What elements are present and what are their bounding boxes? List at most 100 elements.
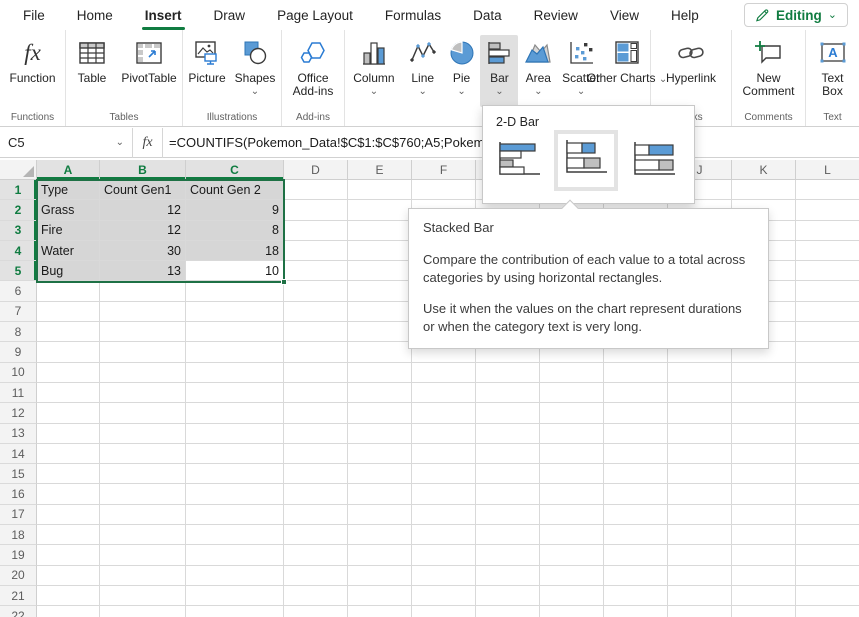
- cell-B6[interactable]: [100, 281, 186, 301]
- column-header-A[interactable]: A: [37, 160, 100, 180]
- cell-G20[interactable]: [476, 566, 540, 586]
- name-box[interactable]: C5 ⌄: [0, 128, 133, 158]
- cell-A21[interactable]: [37, 586, 100, 606]
- cell-F11[interactable]: [412, 383, 476, 403]
- cell-C3[interactable]: 8: [186, 221, 284, 241]
- cell-D22[interactable]: [284, 606, 348, 617]
- cell-E17[interactable]: [348, 505, 412, 525]
- row-header-22[interactable]: 22: [0, 606, 37, 617]
- cell-C13[interactable]: [186, 424, 284, 444]
- cell-K15[interactable]: [732, 464, 796, 484]
- cell-L22[interactable]: [796, 606, 859, 617]
- cell-F15[interactable]: [412, 464, 476, 484]
- insert-function-button[interactable]: fx: [133, 128, 163, 158]
- cell-J22[interactable]: [668, 606, 732, 617]
- cell-A18[interactable]: [37, 525, 100, 545]
- cell-E16[interactable]: [348, 484, 412, 504]
- cell-L13[interactable]: [796, 424, 859, 444]
- select-all-corner[interactable]: [0, 160, 37, 180]
- cell-D11[interactable]: [284, 383, 348, 403]
- cell-E20[interactable]: [348, 566, 412, 586]
- cell-H17[interactable]: [540, 505, 604, 525]
- cell-B3[interactable]: 12: [100, 221, 186, 241]
- cell-B20[interactable]: [100, 566, 186, 586]
- cell-B11[interactable]: [100, 383, 186, 403]
- row-header-8[interactable]: 8: [0, 322, 37, 342]
- cell-B5[interactable]: 13: [100, 261, 186, 281]
- function-button[interactable]: fx Function: [9, 35, 55, 107]
- cell-L17[interactable]: [796, 505, 859, 525]
- cell-I12[interactable]: [604, 403, 668, 423]
- cell-L18[interactable]: [796, 525, 859, 545]
- cell-A10[interactable]: [37, 363, 100, 383]
- pivottable-button[interactable]: PivotTable: [117, 35, 181, 107]
- menu-tab-data[interactable]: Data: [458, 0, 517, 30]
- cell-A12[interactable]: [37, 403, 100, 423]
- cell-D16[interactable]: [284, 484, 348, 504]
- cell-A6[interactable]: [37, 281, 100, 301]
- cell-I15[interactable]: [604, 464, 668, 484]
- cell-C6[interactable]: [186, 281, 284, 301]
- column-header-E[interactable]: E: [348, 160, 412, 180]
- cell-D14[interactable]: [284, 444, 348, 464]
- cell-D6[interactable]: [284, 281, 348, 301]
- cell-A14[interactable]: [37, 444, 100, 464]
- row-header-15[interactable]: 15: [0, 464, 37, 484]
- cell-D4[interactable]: [284, 241, 348, 261]
- cell-L10[interactable]: [796, 363, 859, 383]
- cell-I19[interactable]: [604, 545, 668, 565]
- cell-F10[interactable]: [412, 363, 476, 383]
- cell-A4[interactable]: Water: [37, 241, 100, 261]
- cell-D1[interactable]: [284, 180, 348, 200]
- cell-D9[interactable]: [284, 342, 348, 362]
- menu-tab-insert[interactable]: Insert: [130, 0, 197, 30]
- cell-E8[interactable]: [348, 322, 412, 342]
- cell-C16[interactable]: [186, 484, 284, 504]
- cell-E2[interactable]: [348, 200, 412, 220]
- cell-K12[interactable]: [732, 403, 796, 423]
- cell-E14[interactable]: [348, 444, 412, 464]
- cell-G12[interactable]: [476, 403, 540, 423]
- cell-L6[interactable]: [796, 281, 859, 301]
- cell-I20[interactable]: [604, 566, 668, 586]
- cell-A16[interactable]: [37, 484, 100, 504]
- cell-A8[interactable]: [37, 322, 100, 342]
- row-header-9[interactable]: 9: [0, 342, 37, 362]
- cell-B19[interactable]: [100, 545, 186, 565]
- cell-G13[interactable]: [476, 424, 540, 444]
- cell-B22[interactable]: [100, 606, 186, 617]
- cell-D20[interactable]: [284, 566, 348, 586]
- cell-G19[interactable]: [476, 545, 540, 565]
- cell-K14[interactable]: [732, 444, 796, 464]
- text-box-button[interactable]: A Text Box: [818, 35, 848, 107]
- cell-D5[interactable]: [284, 261, 348, 281]
- cell-C5[interactable]: 10: [186, 261, 284, 281]
- cell-L19[interactable]: [796, 545, 859, 565]
- cell-J10[interactable]: [668, 363, 732, 383]
- cell-L21[interactable]: [796, 586, 859, 606]
- column-header-L[interactable]: L: [796, 160, 859, 180]
- office-addins-button[interactable]: Office Add-ins: [287, 35, 339, 107]
- table-button[interactable]: Table: [67, 35, 117, 107]
- cell-L1[interactable]: [796, 180, 859, 200]
- cell-D13[interactable]: [284, 424, 348, 444]
- cell-K20[interactable]: [732, 566, 796, 586]
- cell-L8[interactable]: [796, 322, 859, 342]
- cell-D17[interactable]: [284, 505, 348, 525]
- cell-A22[interactable]: [37, 606, 100, 617]
- cell-K21[interactable]: [732, 586, 796, 606]
- cell-E9[interactable]: [348, 342, 412, 362]
- cell-F13[interactable]: [412, 424, 476, 444]
- column-header-F[interactable]: F: [412, 160, 476, 180]
- cell-C12[interactable]: [186, 403, 284, 423]
- cell-J21[interactable]: [668, 586, 732, 606]
- cell-F14[interactable]: [412, 444, 476, 464]
- cell-H22[interactable]: [540, 606, 604, 617]
- cell-E15[interactable]: [348, 464, 412, 484]
- cell-L3[interactable]: [796, 221, 859, 241]
- row-header-6[interactable]: 6: [0, 281, 37, 301]
- row-header-16[interactable]: 16: [0, 484, 37, 504]
- cell-C11[interactable]: [186, 383, 284, 403]
- new-comment-button[interactable]: New Comment: [738, 35, 800, 107]
- cell-F18[interactable]: [412, 525, 476, 545]
